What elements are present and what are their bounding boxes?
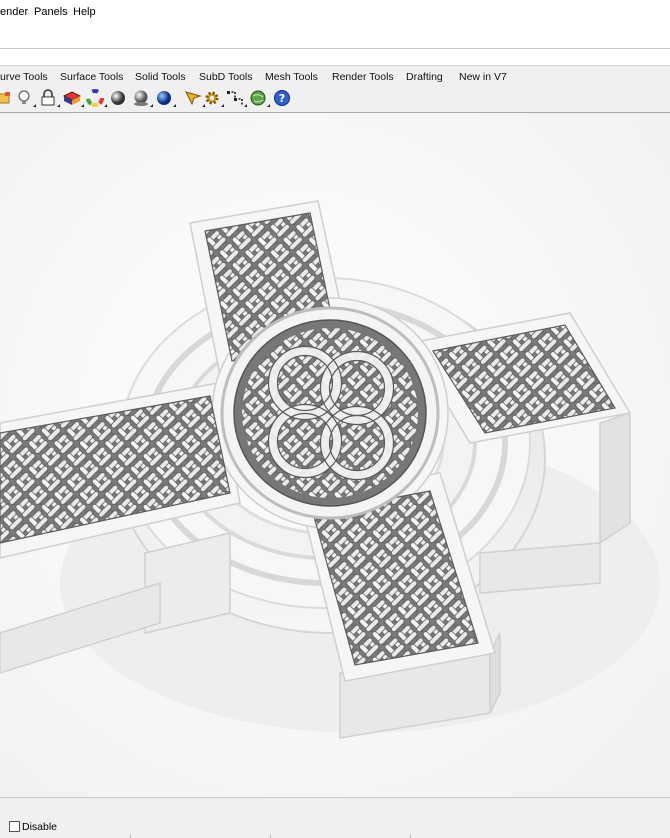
- command-line[interactable]: [0, 49, 670, 66]
- central-medallion: [220, 306, 440, 520]
- icon-toolbar: ?: [0, 86, 670, 113]
- folder-icon[interactable]: [0, 89, 14, 107]
- perspective-viewport[interactable]: [0, 113, 670, 797]
- status-divider: [270, 834, 271, 838]
- globe-icon[interactable]: [249, 89, 270, 107]
- tab-drafting[interactable]: Drafting: [406, 71, 443, 83]
- celtic-cross-render: [0, 113, 670, 797]
- material-icon[interactable]: [63, 89, 84, 107]
- svg-text:?: ?: [279, 92, 285, 105]
- status-divider: [130, 834, 131, 838]
- tab-new-in-v7[interactable]: New in V7: [459, 71, 507, 83]
- disable-checkbox[interactable]: [9, 821, 20, 832]
- render-sphere-icon[interactable]: [109, 89, 127, 107]
- grid-snap-icon[interactable]: [226, 89, 247, 107]
- lock-icon[interactable]: [39, 89, 60, 107]
- menu-panels[interactable]: Panels: [34, 6, 68, 18]
- menu-render[interactable]: ender: [0, 6, 28, 18]
- environment-sphere-icon[interactable]: [132, 89, 153, 107]
- tab-render-tools[interactable]: Render Tools: [332, 71, 394, 83]
- tab-curve-tools[interactable]: urve Tools: [0, 71, 48, 83]
- tab-subd-tools[interactable]: SubD Tools: [199, 71, 253, 83]
- menu-help[interactable]: Help: [73, 6, 96, 18]
- help-icon[interactable]: ?: [273, 89, 291, 107]
- color-wheel-icon[interactable]: [86, 89, 107, 107]
- toolbar-tabs: urve Tools Surface Tools Solid Tools Sub…: [0, 66, 670, 87]
- status-divider: [410, 834, 411, 838]
- tab-surface-tools[interactable]: Surface Tools: [60, 71, 123, 83]
- command-history[interactable]: [0, 24, 670, 49]
- tab-mesh-tools[interactable]: Mesh Tools: [265, 71, 318, 83]
- pointer-icon[interactable]: [184, 89, 205, 107]
- tab-solid-tools[interactable]: Solid Tools: [135, 71, 186, 83]
- status-bar: Disable: [0, 797, 670, 838]
- blue-sphere-icon[interactable]: [155, 89, 176, 107]
- light-bulb-icon[interactable]: [15, 89, 36, 107]
- menu-bar: ender Panels Help: [0, 0, 670, 25]
- gear-icon[interactable]: [203, 89, 224, 107]
- disable-label: Disable: [22, 821, 58, 833]
